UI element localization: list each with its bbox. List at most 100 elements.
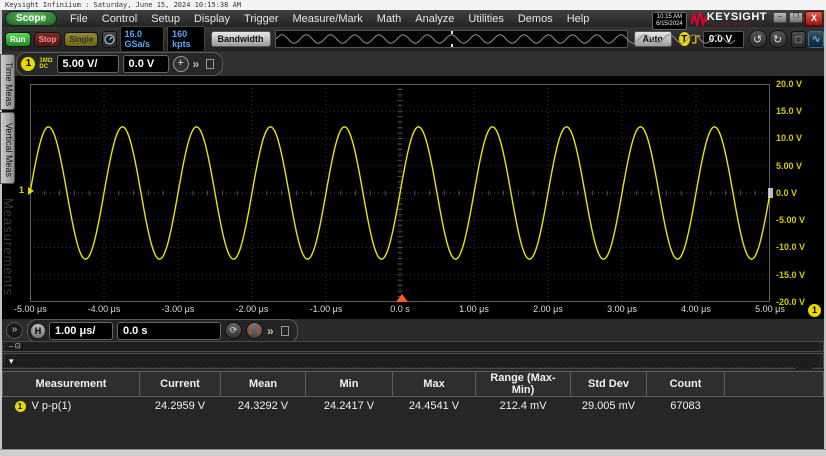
col-stddev[interactable]: Std Dev	[571, 372, 647, 397]
channel1-scale-field[interactable]: 5.00 V/	[57, 55, 119, 73]
tab-time-meas-label: Time Meas	[4, 62, 14, 106]
col-current[interactable]: Current	[140, 372, 221, 397]
channel1-coupling[interactable]: 1MΩ DC	[39, 58, 52, 70]
trigger-level-marker[interactable]	[768, 188, 773, 198]
acquisition-preview-strip[interactable]	[275, 30, 628, 48]
scope-menu-button[interactable]: Scope	[5, 11, 57, 26]
menu-setup[interactable]: Setup	[144, 11, 187, 27]
brand-name: KEYSIGHT	[707, 12, 767, 22]
run-button[interactable]: Run	[5, 32, 31, 47]
menu-demos[interactable]: Demos	[511, 11, 560, 27]
measurement-min: 24.2417 V	[306, 397, 393, 416]
zoom-mode-button[interactable]: ⟳	[225, 322, 242, 339]
minimize-button[interactable]: –	[773, 12, 787, 23]
trigger-position-marker[interactable]	[396, 294, 408, 302]
x-tick: 3.00 μs	[592, 304, 652, 315]
waveform-plot[interactable]	[30, 84, 770, 302]
redo-button[interactable]: ↻	[769, 30, 787, 48]
menu-math[interactable]: Math	[370, 11, 408, 27]
x-tick: -5.00 μs	[14, 304, 74, 315]
clock-date: 6/15/2024	[656, 21, 683, 28]
table-header-row: Measurement Current Mean Min Max Range (…	[3, 372, 824, 397]
col-measurement[interactable]: Measurement	[3, 372, 140, 397]
pause-button[interactable]: ❙❙	[246, 322, 263, 339]
maximize-button[interactable]: ❐	[789, 12, 803, 23]
acquisition-toolbar: Run Stop Single 16.0 GSa/s 160 kpts Band…	[2, 27, 824, 51]
x-tick: 1.00 μs	[444, 304, 504, 315]
menu-measure-mark[interactable]: Measure/Mark	[285, 11, 369, 27]
add-channel-button[interactable]: +	[173, 56, 189, 72]
close-button[interactable]: X	[805, 11, 823, 26]
col-empty	[725, 372, 824, 397]
ground-badge-label: 1	[19, 185, 24, 195]
tab-time-meas[interactable]: Time Meas	[0, 54, 15, 110]
redo-icon: ↻	[773, 33, 782, 46]
timebase-position-field[interactable]: 0.0 s	[117, 322, 221, 340]
channel-expand-chevrons[interactable]: »	[193, 57, 200, 71]
menu-utilities[interactable]: Utilities	[461, 11, 510, 27]
y-tick: -10.0 V	[776, 242, 824, 252]
col-range[interactable]: Range (Max-Min)	[476, 372, 571, 397]
keysight-spark-icon	[691, 11, 707, 27]
col-mean[interactable]: Mean	[221, 372, 306, 397]
measurements-title-bar[interactable]: Measurements ⚙ ▾	[2, 353, 824, 369]
channel1-ground-marker[interactable]: 1	[19, 185, 24, 195]
memory-depth-field[interactable]: 160 kpts	[167, 26, 204, 52]
col-max[interactable]: Max	[393, 372, 476, 397]
menu-analyze[interactable]: Analyze	[408, 11, 461, 27]
y-tick: 0.0 V	[776, 188, 824, 198]
y-tick: -5.00 V	[776, 215, 824, 225]
window-frame-bottom	[0, 449, 826, 456]
timebase-scale-field[interactable]: 1.00 μs/	[49, 322, 113, 340]
clock-display: 10:15 AM 6/15/2024	[652, 12, 687, 30]
y-tick: 5.00 V	[776, 161, 824, 171]
horizontal-controls-row: » H 1.00 μs/ 0.0 s ⟳ ❙❙ »	[2, 318, 824, 342]
horizontal-expand-chevrons[interactable]: »	[267, 324, 274, 338]
menu-file[interactable]: File	[63, 11, 95, 27]
chevron-down-icon[interactable]: ▾	[6, 355, 820, 367]
col-count[interactable]: Count	[647, 372, 725, 397]
results-panel: Results – ⊡ Measurements ⚙ ▾ Measurement…	[2, 341, 824, 450]
pin-icon[interactable]	[206, 59, 214, 69]
menu-control[interactable]: Control	[95, 11, 144, 27]
keysight-logo: KEYSIGHT TECHNOLOGIES	[691, 11, 767, 27]
x-tick: 2.00 μs	[518, 304, 578, 315]
coupling-label: DC	[39, 64, 52, 70]
channel1-offset-field[interactable]: 0.0 V	[123, 55, 169, 73]
y-tick: -15.0 V	[776, 270, 824, 280]
single-button[interactable]: Single	[64, 32, 98, 47]
x-tick: 5.00 μs	[740, 304, 800, 315]
horizontal-pin-icon[interactable]	[281, 326, 289, 336]
preview-center-tick-bottom	[451, 44, 453, 47]
menu-display[interactable]: Display	[187, 11, 237, 27]
menu-help[interactable]: Help	[560, 11, 597, 27]
y-tick: 15.0 V	[776, 106, 824, 116]
col-min[interactable]: Min	[306, 372, 393, 397]
results-title-bar[interactable]: Results – ⊡	[2, 341, 824, 352]
measurements-table: Measurement Current Mean Min Max Range (…	[2, 371, 824, 415]
sidebar-expand-button[interactable]: »	[6, 322, 23, 339]
acquisition-mode-icon[interactable]	[102, 31, 116, 48]
horizontal-control-group: H 1.00 μs/ 0.0 s ⟳ ❙❙ »	[27, 319, 298, 343]
menu-trigger[interactable]: Trigger	[237, 11, 285, 27]
sample-rate-field[interactable]: 16.0 GSa/s	[120, 26, 165, 52]
undo-button[interactable]: ↺	[749, 30, 767, 48]
measurement-count: 67083	[647, 397, 725, 416]
channel1-badge[interactable]: 1	[21, 57, 35, 71]
measurement-name: V p-p(1)	[32, 400, 72, 412]
x-tick: -2.00 μs	[222, 304, 282, 315]
x-tick: 0.0 s	[370, 304, 430, 315]
channel1-control-group: 1 1MΩ DC 5.00 V/ 0.0 V + »	[16, 52, 223, 76]
tab-vertical-meas[interactable]: Vertical Meas	[0, 112, 15, 184]
x-tick: -4.00 μs	[74, 304, 134, 315]
undo-icon: ↺	[753, 33, 762, 46]
waveform-intensity-button[interactable]: ∿	[808, 31, 824, 48]
channel1-waveform-trace	[30, 127, 770, 259]
results-window-icons[interactable]: – ⊡	[6, 342, 819, 351]
tab-vertical-meas-label: Vertical Meas	[4, 123, 14, 177]
stop-button[interactable]: Stop	[34, 32, 62, 47]
horizontal-badge[interactable]: H	[31, 324, 45, 338]
touch-mode-button[interactable]: ▢	[791, 31, 807, 48]
bandwidth-button[interactable]: Bandwidth	[211, 31, 271, 47]
table-row[interactable]: 1V p-p(1) 24.2959 V 24.3292 V 24.2417 V …	[3, 397, 824, 416]
